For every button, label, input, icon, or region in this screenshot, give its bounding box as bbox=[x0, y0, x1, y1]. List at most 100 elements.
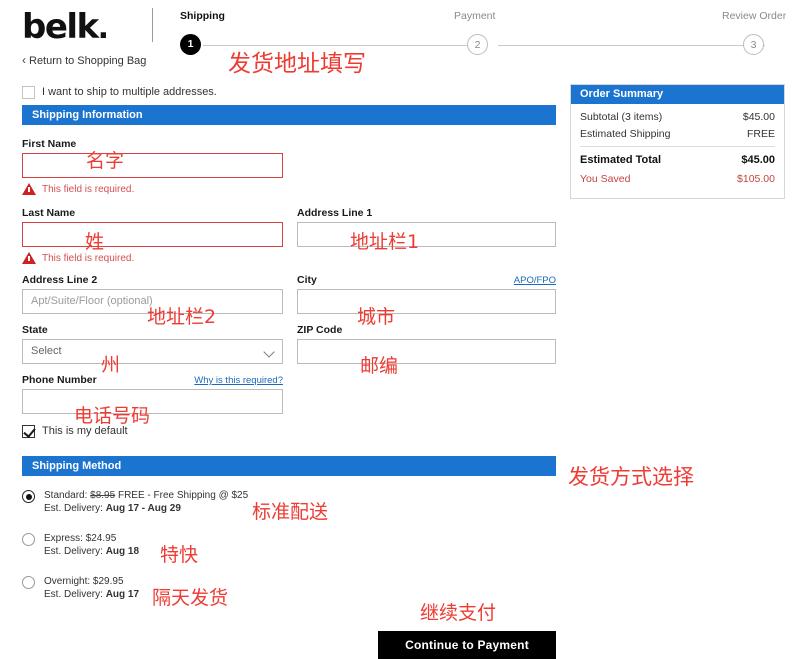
state-field: State Select bbox=[22, 324, 283, 364]
standard-delivery-value: Aug 17 - Aug 29 bbox=[105, 503, 181, 514]
shipping-option-express[interactable]: Express: $24.95 Est. Delivery: Aug 18 bbox=[22, 532, 556, 558]
multi-address-checkbox[interactable] bbox=[22, 85, 35, 99]
last-name-field: Last Name This field is required. bbox=[22, 207, 283, 265]
address-line-2-placeholder: Apt/Suite/Floor (optional) bbox=[31, 295, 153, 307]
return-to-shopping-bag-link[interactable]: ‹ Return to Shopping Bag bbox=[22, 53, 146, 67]
stepper-step-payment-number: 2 bbox=[467, 34, 488, 55]
why-required-link[interactable]: Why is this required? bbox=[194, 375, 283, 386]
shipping-option-standard-text: Standard: $8.95 FREE - Free Shipping @ $… bbox=[44, 489, 248, 515]
default-address-label: This is my default bbox=[42, 425, 128, 437]
last-name-error: This field is required. bbox=[22, 251, 283, 265]
shipping-option-express-radio[interactable] bbox=[22, 533, 35, 546]
order-summary-divider bbox=[580, 146, 775, 147]
order-summary-body: Subtotal (3 items) $45.00 Estimated Ship… bbox=[571, 104, 784, 198]
order-summary-subtotal-value: $45.00 bbox=[742, 111, 775, 123]
last-name-label: Last Name bbox=[22, 207, 76, 219]
address-line-2-label: Address Line 2 bbox=[22, 274, 98, 286]
order-summary-panel: Order Summary Subtotal (3 items) $45.00 … bbox=[570, 84, 785, 199]
stepper-step-payment-label: Payment bbox=[454, 10, 496, 22]
express-delivery-label: Est. Delivery: bbox=[44, 546, 103, 557]
state-selected-value: Select bbox=[31, 345, 62, 357]
logo-dot: . bbox=[97, 11, 109, 46]
order-summary-subtotal-row: Subtotal (3 items) $45.00 bbox=[580, 111, 775, 123]
overnight-name: Overnight: bbox=[44, 576, 91, 587]
overnight-price: $29.95 bbox=[92, 576, 124, 587]
continue-to-payment-button[interactable]: Continue to Payment bbox=[378, 631, 556, 659]
order-summary-total-value: $45.00 bbox=[741, 154, 775, 166]
city-label: City bbox=[297, 274, 317, 286]
first-name-error: This field is required. bbox=[22, 182, 556, 196]
chevron-down-icon bbox=[263, 346, 275, 358]
city-field: City APO/FPO bbox=[297, 274, 556, 314]
zip-field: ZIP Code bbox=[297, 324, 556, 364]
state-select[interactable]: Select bbox=[22, 339, 283, 364]
stepper-step-shipping[interactable]: Shipping 1 bbox=[180, 10, 225, 55]
order-summary-shipping-value: FREE bbox=[746, 128, 775, 140]
express-delivery-value: Aug 18 bbox=[105, 546, 140, 557]
return-link-label: Return to Shopping Bag bbox=[29, 55, 147, 67]
order-summary-saved-value: $105.00 bbox=[737, 173, 775, 185]
stepper-step-review-label: Review Order bbox=[722, 10, 787, 22]
address-line-2-input[interactable]: Apt/Suite/Floor (optional) bbox=[22, 289, 283, 314]
order-summary-title: Order Summary bbox=[571, 85, 784, 104]
shipping-method-header: Shipping Method bbox=[22, 456, 556, 476]
stepper-line-1 bbox=[203, 45, 478, 46]
overnight-delivery-label: Est. Delivery: bbox=[44, 589, 103, 600]
express-price: $24.95 bbox=[85, 533, 117, 544]
shipping-option-overnight-radio[interactable] bbox=[22, 576, 35, 589]
order-summary-shipping-label: Estimated Shipping bbox=[580, 128, 671, 140]
shipping-option-express-text: Express: $24.95 Est. Delivery: Aug 18 bbox=[44, 532, 139, 558]
last-name-error-text: This field is required. bbox=[42, 252, 135, 264]
annotation-shipping-method: 发货方式选择 bbox=[568, 465, 694, 489]
stepper-step-payment[interactable]: Payment 2 bbox=[454, 10, 495, 55]
chevron-left-icon: ‹ bbox=[22, 53, 26, 67]
overnight-delivery-value: Aug 17 bbox=[105, 589, 140, 600]
shipping-option-overnight-text: Overnight: $29.95 Est. Delivery: Aug 17 bbox=[44, 575, 139, 601]
order-summary-shipping-row: Estimated Shipping FREE bbox=[580, 128, 775, 140]
annotation-continue-payment: 继续支付 bbox=[420, 602, 497, 624]
city-input[interactable] bbox=[297, 289, 556, 314]
address-line-1-input[interactable] bbox=[297, 222, 556, 247]
phone-input[interactable] bbox=[22, 389, 283, 414]
order-summary-subtotal-label: Subtotal (3 items) bbox=[580, 111, 663, 123]
last-name-input[interactable] bbox=[22, 222, 283, 247]
belk-logo[interactable]: belk. bbox=[22, 7, 109, 47]
stepper-step-shipping-number: 1 bbox=[180, 34, 201, 55]
address-line-1-label: Address Line 1 bbox=[297, 207, 373, 219]
address-line-2-field: Address Line 2 Apt/Suite/Floor (optional… bbox=[22, 274, 283, 314]
page-header: belk. ‹ Return to Shopping Bag Shipping 1… bbox=[0, 0, 800, 70]
order-summary-saved-label: You Saved bbox=[580, 173, 631, 185]
stepper-step-review-number: 3 bbox=[743, 34, 764, 55]
first-name-label: First Name bbox=[22, 138, 77, 150]
default-address-checkbox[interactable] bbox=[22, 424, 35, 438]
shipping-option-standard-radio[interactable] bbox=[22, 490, 35, 503]
stepper-step-review[interactable]: Review Order 3 bbox=[722, 10, 787, 55]
order-summary-saved-row: You Saved $105.00 bbox=[580, 173, 775, 185]
first-name-error-text: This field is required. bbox=[42, 183, 135, 195]
phone-field: Phone Number Why is this required? bbox=[22, 374, 283, 414]
logo-text: belk bbox=[22, 7, 99, 47]
shipping-form-column: I want to ship to multiple addresses. Sh… bbox=[22, 84, 556, 601]
multi-address-label: I want to ship to multiple addresses. bbox=[42, 86, 217, 98]
zip-input[interactable] bbox=[297, 339, 556, 364]
standard-delivery-label: Est. Delivery: bbox=[44, 503, 103, 514]
order-summary-total-row: Estimated Total $45.00 bbox=[580, 154, 775, 166]
first-name-input[interactable] bbox=[22, 153, 283, 178]
shipping-option-standard[interactable]: Standard: $8.95 FREE - Free Shipping @ $… bbox=[22, 489, 556, 515]
apo-fpo-link[interactable]: APO/FPO bbox=[514, 275, 556, 286]
order-summary-total-label: Estimated Total bbox=[580, 154, 662, 166]
stepper-step-shipping-label: Shipping bbox=[180, 10, 225, 22]
state-label: State bbox=[22, 324, 48, 336]
express-name: Express: bbox=[44, 533, 83, 544]
checkout-stepper: Shipping 1 Payment 2 Review Order 3 bbox=[180, 10, 787, 60]
warning-triangle-icon bbox=[22, 183, 36, 195]
default-address-row[interactable]: This is my default bbox=[22, 423, 556, 439]
standard-price: FREE bbox=[117, 490, 145, 501]
shipping-option-overnight[interactable]: Overnight: $29.95 Est. Delivery: Aug 17 bbox=[22, 575, 556, 601]
multi-address-row[interactable]: I want to ship to multiple addresses. bbox=[22, 84, 556, 100]
header-divider bbox=[152, 8, 153, 42]
stepper-line-2 bbox=[498, 45, 765, 46]
shipping-information-header: Shipping Information bbox=[22, 105, 556, 125]
phone-label: Phone Number bbox=[22, 374, 97, 386]
zip-label: ZIP Code bbox=[297, 324, 343, 336]
